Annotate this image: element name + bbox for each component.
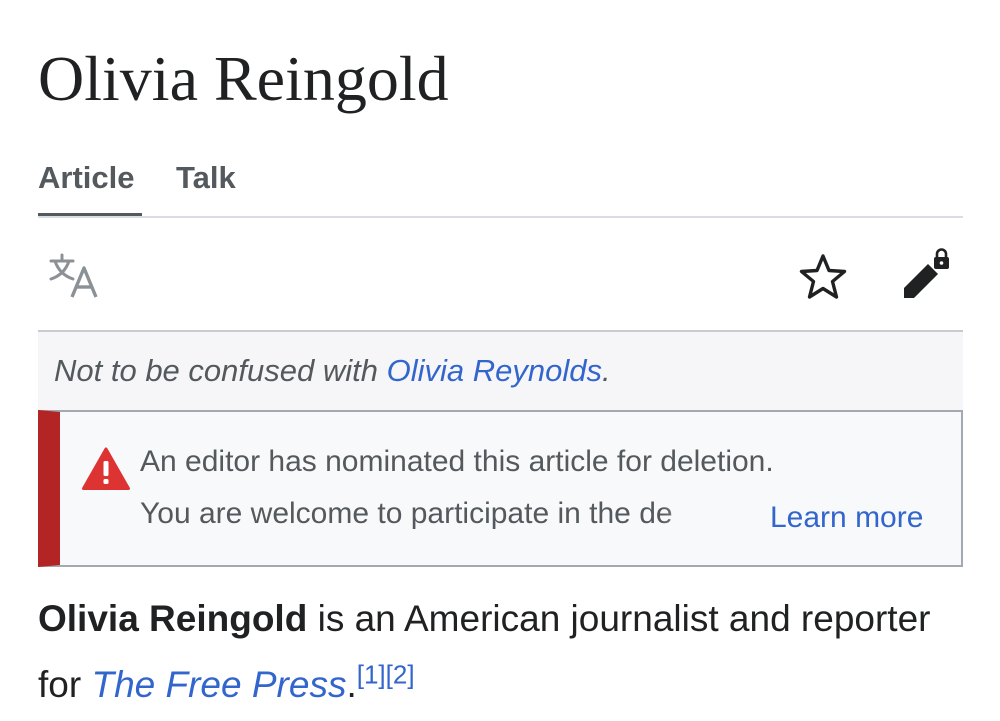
tab-talk[interactable]: Talk bbox=[176, 154, 236, 218]
hatnote-prefix: Not to be confused with bbox=[54, 353, 387, 388]
tab-article[interactable]: Article bbox=[38, 154, 142, 218]
page-tabs: Article Talk bbox=[38, 154, 963, 218]
article-subject: Olivia Reingold bbox=[38, 598, 308, 639]
page-actions-toolbar bbox=[38, 232, 963, 328]
lead-period: . bbox=[346, 664, 357, 705]
notice-text: An editor has nominated this article for… bbox=[140, 445, 774, 478]
language-icon[interactable] bbox=[48, 252, 102, 300]
publication-link[interactable]: The Free Press bbox=[91, 664, 346, 705]
star-icon[interactable] bbox=[798, 252, 848, 302]
lead-paragraph: Olivia Reingold is an American journalis… bbox=[38, 586, 963, 718]
learn-more-link[interactable]: Learn more bbox=[770, 498, 923, 538]
text-fade bbox=[660, 494, 750, 538]
edit-protected-icon[interactable] bbox=[900, 248, 954, 302]
reference-1[interactable]: [1] bbox=[357, 660, 386, 690]
warning-icon bbox=[82, 447, 130, 490]
hatnote: Not to be confused with Olivia Reynolds. bbox=[38, 332, 963, 410]
tabs-divider bbox=[38, 216, 963, 218]
notice-subtext: You are welcome to participate in the de bbox=[140, 497, 673, 530]
hatnote-suffix: . bbox=[601, 353, 611, 388]
reference-2[interactable]: [2] bbox=[386, 660, 415, 690]
page-title: Olivia Reingold bbox=[38, 43, 449, 114]
hatnote-link[interactable]: Olivia Reynolds bbox=[387, 353, 602, 388]
deletion-notice[interactable]: An editor has nominated this article for… bbox=[38, 410, 963, 567]
